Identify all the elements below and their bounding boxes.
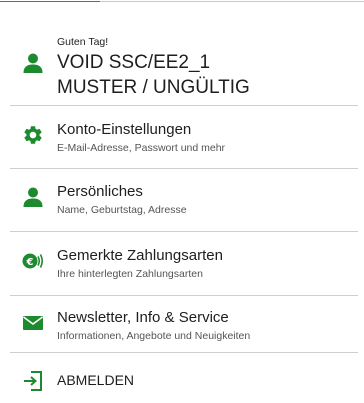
euro-contactless-icon: € <box>22 250 44 272</box>
menu-item-subtitle: Informationen, Angebote und Neuigkeiten <box>57 330 251 342</box>
menu-item-newsletter[interactable]: Newsletter, Info & Service Informationen… <box>0 306 364 350</box>
svg-text:€: € <box>26 257 34 268</box>
menu-item-title: Newsletter, Info & Service <box>57 309 229 326</box>
menu-item-subtitle: E-Mail-Adresse, Passwort und mehr <box>57 142 226 154</box>
envelope-icon <box>22 312 44 334</box>
menu-item-title: Konto-Einstellungen <box>57 121 192 138</box>
menu-item-subtitle: Ihre hinterlegten Zahlungsarten <box>57 268 203 280</box>
menu-item-zahlungsarten[interactable]: € Gemerkte Zahlungsarten Ihre hinterlegt… <box>0 244 364 288</box>
logout-icon <box>22 370 44 392</box>
user-icon <box>22 52 44 74</box>
divider <box>10 295 358 296</box>
greeting-text: Guten Tag! <box>57 36 109 48</box>
menu-item-title: Persönliches <box>57 183 143 200</box>
menu-item-subtitle: Name, Geburtstag, Adresse <box>57 204 187 216</box>
logout-button[interactable]: ABMELDEN <box>0 366 364 396</box>
top-border <box>0 0 364 4</box>
profile-header: Guten Tag! VOID SSC/EE2_1 MUSTER / UNGÜL… <box>0 36 364 98</box>
logout-label: ABMELDEN <box>57 372 135 388</box>
user-icon <box>22 186 44 208</box>
divider <box>10 231 358 232</box>
menu-item-persoenliches[interactable]: Persönliches Name, Geburtstag, Adresse <box>0 180 364 224</box>
menu-item-konto-einstellungen[interactable]: Konto-Einstellungen E-Mail-Adresse, Pass… <box>0 118 364 162</box>
top-border-accent <box>0 1 100 2</box>
divider <box>10 168 358 169</box>
menu-item-title: Gemerkte Zahlungsarten <box>57 247 223 264</box>
top-border-line <box>100 1 364 2</box>
account-status: MUSTER / UNGÜLTIG <box>57 77 250 98</box>
divider <box>10 352 358 353</box>
divider <box>10 105 358 106</box>
account-name: VOID SSC/EE2_1 <box>57 52 211 73</box>
gear-icon <box>22 124 44 146</box>
